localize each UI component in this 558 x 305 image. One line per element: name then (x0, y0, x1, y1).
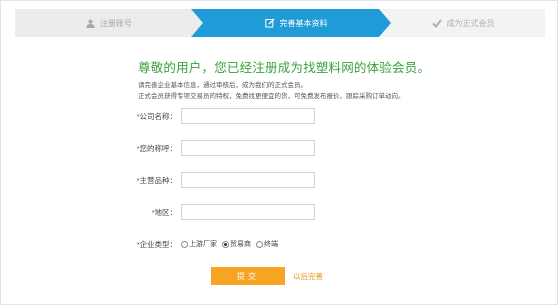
radio-end-user[interactable]: 终端 (256, 239, 278, 249)
complete-later-link[interactable]: 以后完善 (293, 271, 323, 282)
radio-end-user-label: 终端 (264, 241, 278, 248)
privilege-note: 正式会员获得专项交易员的特权，免费找更便宜的货，可免费发布报价，跟踪采购订单动向… (138, 93, 405, 100)
company-type-label: *企业类型： (136, 239, 177, 249)
contact-name-input[interactable] (181, 140, 315, 156)
radio-button[interactable] (256, 240, 263, 248)
progress-steps: 注册账号 成为正式会员 完善基本资料 (15, 9, 545, 37)
company-name-input[interactable] (181, 108, 315, 124)
step-complete-profile: 完善基本资料 (191, 9, 391, 37)
contact-name-row: *您的称呼： (101, 139, 315, 157)
contact-name-label: *您的称呼： (136, 143, 177, 153)
main-products-row: *主营品种： (101, 171, 315, 189)
company-name-row: *公司名称： (101, 107, 315, 125)
region-input[interactable] (181, 204, 315, 220)
check-icon (431, 18, 442, 28)
main-products-input[interactable] (181, 172, 315, 188)
company-name-label: *公司名称： (136, 111, 177, 121)
radio-button-selected[interactable] (222, 240, 229, 248)
radio-trader[interactable]: 贸易商 (222, 239, 251, 249)
company-type-radio-group: 上游厂家 贸易商 终端 (181, 239, 278, 249)
welcome-heading: 尊敬的用户，您已经注册成为找塑料网的体验会员。 (138, 61, 431, 75)
step-register: 注册账号 (15, 9, 203, 37)
step-complete-profile-label: 完善基本资料 (279, 18, 328, 28)
submit-button[interactable]: 提交 (211, 267, 285, 285)
radio-trader-label: 贸易商 (230, 241, 251, 248)
instruction-note: 请完善企业基本信息，通过审核后，成为我们的正式会员。 (138, 82, 307, 89)
step-register-label: 注册账号 (100, 18, 132, 28)
main-products-label: *主营品种： (136, 175, 177, 185)
radio-upstream-factory[interactable]: 上游厂家 (181, 239, 217, 249)
step-member-label: 成为正式会员 (446, 18, 495, 28)
radio-upstream-factory-label: 上游厂家 (189, 241, 217, 248)
region-label: *地区： (151, 207, 177, 217)
company-type-row: *企业类型： 上游厂家 贸易商 终端 (101, 235, 278, 253)
edit-icon (264, 18, 274, 28)
region-row: *地区： (101, 203, 315, 221)
user-icon (86, 19, 95, 28)
step-member: 成为正式会员 (381, 9, 545, 37)
radio-button[interactable] (181, 240, 188, 248)
page-frame: 注册账号 成为正式会员 完善基本资料 尊敬的用户，您已经注册成为找塑料网的体验会… (0, 0, 558, 305)
